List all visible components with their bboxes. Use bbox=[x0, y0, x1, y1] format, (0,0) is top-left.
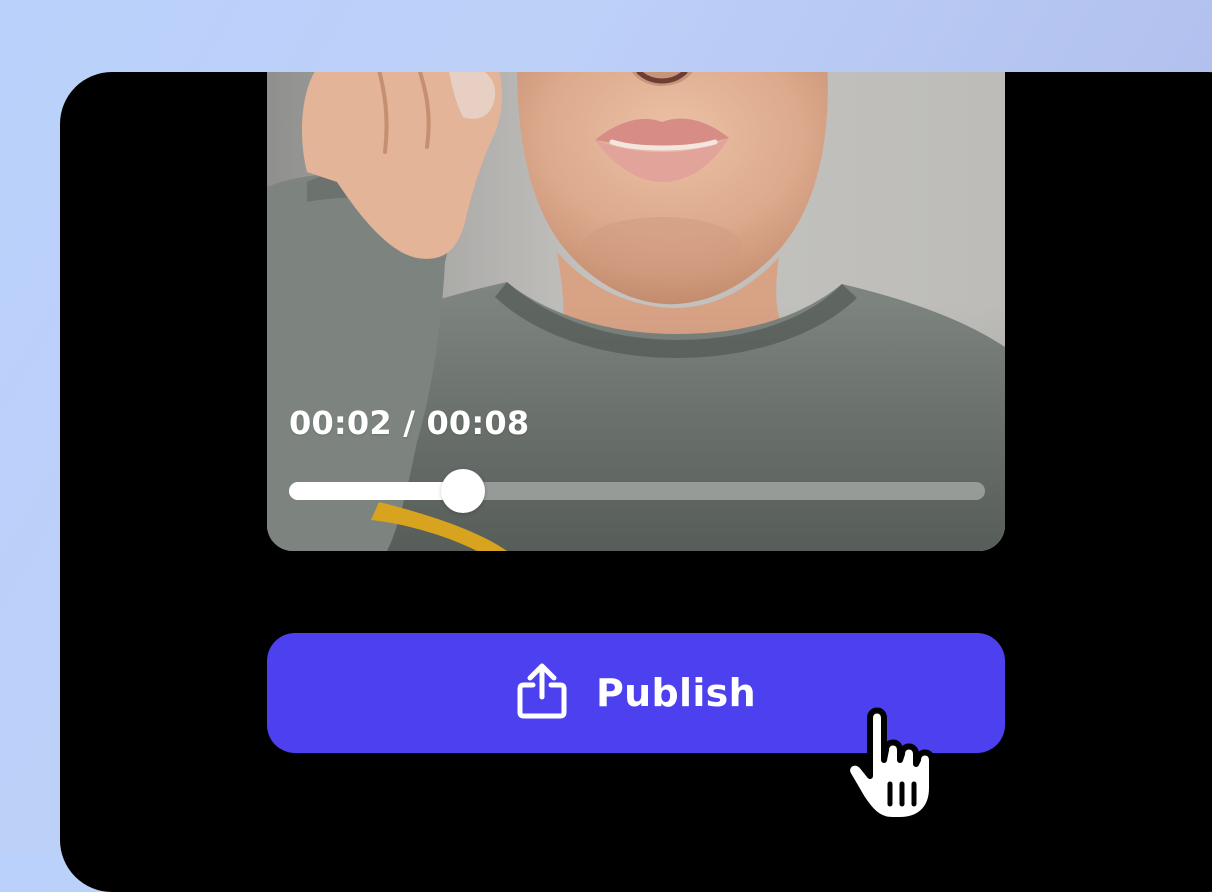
video-time-readout: 00:02 / 00:08 bbox=[289, 404, 529, 442]
video-time-separator: / bbox=[391, 404, 427, 442]
device-frame: 00:02 / 00:08 Publish bbox=[60, 72, 1212, 892]
video-seek-bar[interactable] bbox=[289, 469, 985, 513]
video-current-time: 00:02 bbox=[289, 404, 392, 442]
video-player[interactable]: 00:02 / 00:08 bbox=[267, 72, 1005, 551]
video-duration: 00:08 bbox=[426, 404, 530, 442]
video-seek-thumb[interactable] bbox=[441, 469, 485, 513]
share-upload-icon bbox=[517, 663, 567, 719]
publish-button-label: Publish bbox=[596, 671, 756, 715]
video-frame bbox=[267, 72, 1005, 551]
video-seek-progress bbox=[289, 482, 463, 500]
publish-button[interactable]: Publish bbox=[267, 633, 1005, 753]
